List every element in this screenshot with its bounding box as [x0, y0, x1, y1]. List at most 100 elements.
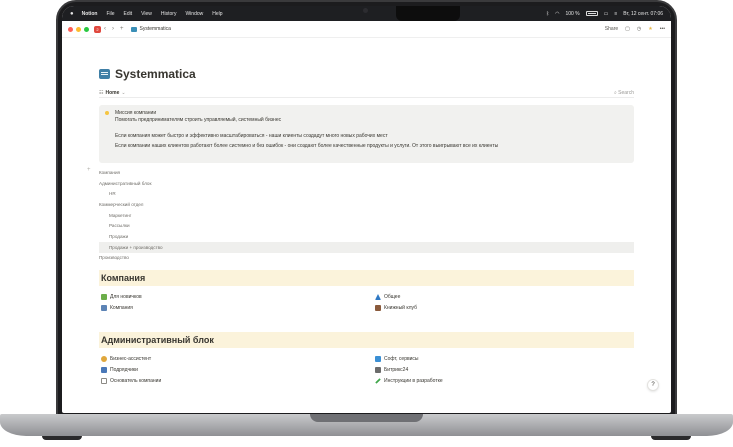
callout-line[interactable]: Если компания может быстро и эффективно … [115, 133, 618, 140]
tree-item-label: Производство [99, 255, 129, 261]
view-selector[interactable]: Home [105, 90, 119, 96]
laptop-foot [42, 436, 82, 440]
more-options-icon[interactable]: ••• [660, 26, 665, 32]
tree-item-label: HR [109, 191, 116, 197]
tree-item-label: Продажи [109, 233, 129, 239]
page-icon [130, 26, 137, 32]
card-icon [375, 356, 381, 362]
page-title[interactable]: Systemmatica [115, 67, 196, 81]
mission-callout[interactable]: Миссия компании Помогать предпринимателя… [99, 105, 634, 163]
new-page-icon[interactable]: + [120, 26, 124, 32]
link-label: Бизнес-ассистент [110, 356, 152, 362]
tree-item[interactable]: HR [99, 188, 634, 199]
history-icon[interactable]: ◷ [637, 26, 641, 32]
database-icon [375, 367, 381, 373]
link-software[interactable]: Софт, сервисы [375, 356, 419, 362]
callout-line[interactable]: Если компании наших клиентов работают бо… [115, 143, 618, 150]
tree-item[interactable]: Продажи + производство [99, 241, 634, 253]
menu-view[interactable]: View [141, 11, 152, 17]
laptop-foot [651, 436, 691, 440]
tree-item-label: Маркетинг [109, 212, 132, 218]
bluetooth-icon[interactable]: ᛒ [546, 11, 549, 17]
triangle-icon [375, 294, 381, 300]
link-business-assistant[interactable]: Бизнес-ассистент [101, 356, 151, 362]
link-label: Битрикс24 [384, 367, 409, 373]
tree-item[interactable]: Продажи [99, 231, 634, 242]
link-newcomers[interactable]: Для новичков [101, 294, 142, 300]
page-header: Systemmatica [99, 67, 196, 81]
forward-arrow-icon[interactable]: › [112, 26, 114, 32]
clock-text[interactable]: Вт, 12 сент. 07:06 [623, 11, 663, 17]
menu-history[interactable]: History [161, 11, 177, 17]
link-label: Книжный клуб [384, 305, 417, 311]
link-instructions[interactable]: Инструкции в разработке [375, 378, 443, 384]
window-close-button[interactable] [68, 26, 73, 32]
add-block-icon[interactable]: + [87, 167, 91, 173]
link-contractors[interactable]: Подрядчики [101, 367, 138, 373]
tree-item[interactable]: Компания [99, 167, 634, 178]
link-general[interactable]: Общее [375, 294, 400, 300]
link-founder[interactable]: Основатель компании [101, 378, 161, 384]
back-arrow-icon[interactable]: ‹ [104, 26, 106, 32]
chevron-down-icon[interactable]: ⌄ [121, 90, 125, 96]
link-label: Для новичков [110, 294, 142, 300]
link-label: Компания [110, 305, 133, 311]
menu-edit[interactable]: Edit [124, 11, 133, 17]
tree-item-label: Компания [99, 169, 121, 175]
link-book-club[interactable]: Книжный клуб [375, 305, 417, 311]
page-tree: + Компания Административный блок HR Коммерч… [87, 167, 634, 264]
tree-item-label: Административный блок [99, 180, 152, 186]
link-label: Софт, сервисы [384, 356, 419, 362]
laptop-frame: ● Notion File Edit View History Window H… [0, 0, 733, 447]
menu-window[interactable]: Window [185, 11, 203, 17]
link-bitrix[interactable]: Битрикс24 [375, 367, 408, 373]
menu-app[interactable]: Notion [82, 11, 98, 17]
link-company[interactable]: Компания [101, 305, 133, 311]
window-zoom-button[interactable] [84, 26, 89, 32]
callout-line[interactable]: Помогать предпринимателям строить управл… [115, 117, 618, 124]
tree-item-label: Коммерческий отдел [99, 201, 144, 207]
section-heading-company[interactable]: Компания [99, 270, 634, 286]
tree-item[interactable]: Маркетинг [99, 210, 634, 221]
people-icon [101, 367, 107, 373]
document-icon [101, 378, 107, 384]
link-label: Общее [384, 294, 401, 300]
battery-percent: 100 % [565, 10, 580, 17]
tree-item[interactable]: Рассылки [99, 220, 634, 231]
battery-icon[interactable] [585, 11, 598, 16]
list-view-icon: ☷ [99, 89, 104, 96]
notion-topbar: 2 ‹ › + Systemmatica Share ▢ ◷ ★ ••• [62, 21, 671, 38]
tree-item-label: Продажи + производство [109, 244, 163, 250]
window-minimize-button[interactable] [76, 26, 81, 32]
callout-heading[interactable]: Миссия компании [115, 110, 618, 117]
search-button[interactable]: ⌕ Search [614, 90, 634, 96]
link-label: Подрядчики [110, 367, 138, 373]
page-title-icon[interactable] [99, 69, 110, 79]
wifi-icon[interactable]: ◠ [555, 11, 559, 17]
building-icon [101, 305, 107, 311]
search-label: Search [618, 89, 634, 96]
heading-text: Компания [101, 273, 146, 283]
shield-icon [101, 294, 107, 300]
tree-item[interactable]: Административный блок [99, 178, 634, 189]
link-label: Основатель компании [110, 378, 162, 384]
notification-badge[interactable]: 2 [94, 25, 101, 33]
share-button[interactable]: Share [605, 26, 618, 32]
apple-icon[interactable]: ● [70, 11, 74, 17]
tree-item[interactable]: Производство [99, 253, 634, 264]
section-heading-admin[interactable]: Административный блок [99, 332, 634, 348]
lightbulb-icon [105, 111, 109, 115]
control-center-icon[interactable]: ≡ [614, 11, 617, 17]
breadcrumb[interactable]: Systemmatica [140, 26, 171, 32]
favorite-star-icon[interactable]: ★ [648, 26, 652, 32]
menu-file[interactable]: File [106, 11, 114, 17]
comment-icon[interactable]: ▢ [625, 26, 630, 32]
pencil-icon [375, 378, 381, 384]
tree-item[interactable]: Коммерческий отдел [99, 199, 634, 210]
menu-help[interactable]: Help [212, 11, 222, 17]
display-icon[interactable]: ▭ [604, 11, 609, 17]
link-label: Инструкции в разработке [384, 378, 443, 384]
person-icon [101, 356, 107, 362]
help-button[interactable]: ? [647, 379, 659, 391]
camera-icon [363, 8, 368, 13]
